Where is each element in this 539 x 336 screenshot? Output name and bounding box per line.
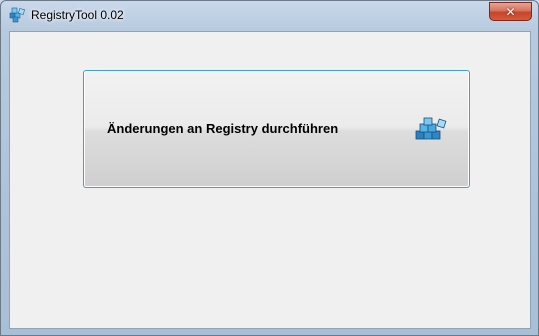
close-button[interactable]: ✕ (489, 2, 532, 21)
app-window: RegistryTool 0.02 ✕ Änderungen an Regist… (0, 0, 539, 336)
registry-cubes-icon (414, 116, 448, 144)
client-area: Änderungen an Registry durchführen (9, 31, 531, 329)
apply-registry-changes-button[interactable]: Änderungen an Registry durchführen (83, 70, 470, 188)
registry-cubes-icon (9, 7, 25, 23)
apply-registry-changes-label: Änderungen an Registry durchführen (107, 121, 339, 136)
title-bar[interactable]: RegistryTool 0.02 ✕ (1, 1, 538, 29)
window-title: RegistryTool 0.02 (31, 8, 124, 22)
close-icon: ✕ (505, 4, 516, 19)
